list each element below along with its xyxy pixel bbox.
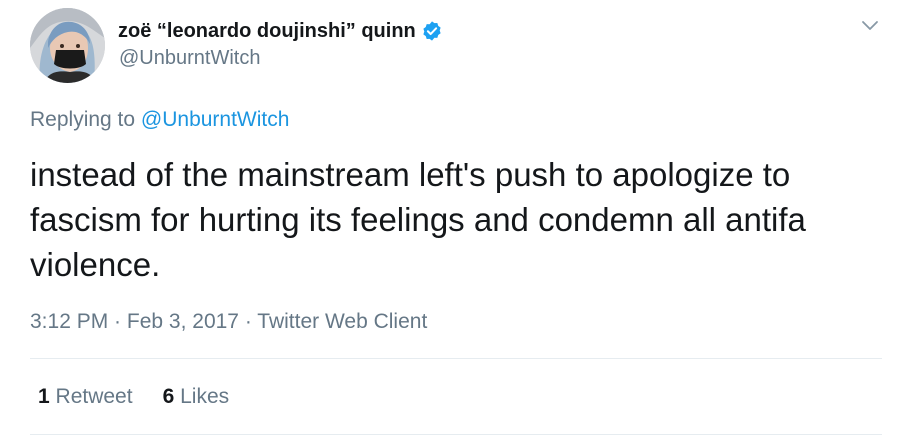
meta-separator: · (108, 310, 127, 333)
tweet-date-link[interactable]: Feb 3, 2017 (127, 310, 239, 333)
meta-separator: · (238, 310, 258, 333)
author-handle[interactable]: @UnburntWitch (119, 47, 260, 70)
divider (30, 358, 882, 359)
replying-to-prefix: Replying to (30, 108, 136, 131)
tweet-time-link[interactable]: 3:12 PM (30, 310, 108, 333)
replying-to-mention-link[interactable]: @UnburntWitch (141, 108, 290, 131)
tweet-stats: 1 Retweet 6 Likes (38, 385, 229, 409)
tweet-menu-button[interactable] (856, 14, 884, 42)
avatar-image (30, 8, 105, 83)
avatar[interactable] (30, 8, 105, 83)
likes-stat-link[interactable]: 6 Likes (163, 385, 230, 409)
author-name-row[interactable]: zoë “leonardo doujinshi” quinn (118, 18, 443, 44)
retweets-count: 1 (38, 385, 50, 408)
likes-count: 6 (162, 385, 175, 408)
retweets-label: Retweet (55, 385, 133, 408)
tweet-text: instead of the mainstream left's push to… (30, 156, 806, 283)
divider (30, 434, 882, 435)
chevron-down-icon (861, 19, 879, 37)
likes-label: Likes (180, 385, 230, 408)
tweet-source-link[interactable]: Twitter Web Client (257, 310, 427, 333)
retweets-stat-link[interactable]: 1 Retweet (38, 385, 133, 409)
tweet-metadata: 3:12 PM · Feb 3, 2017 · Twitter Web Clie… (30, 310, 427, 334)
author-display-name[interactable]: zoë “leonardo doujinshi” quinn (118, 20, 416, 43)
replying-to: Replying to @UnburntWitch (30, 108, 289, 132)
verified-badge-icon (421, 20, 443, 42)
tweet-card: zoë “leonardo doujinshi” quinn @UnburntW… (0, 0, 909, 437)
